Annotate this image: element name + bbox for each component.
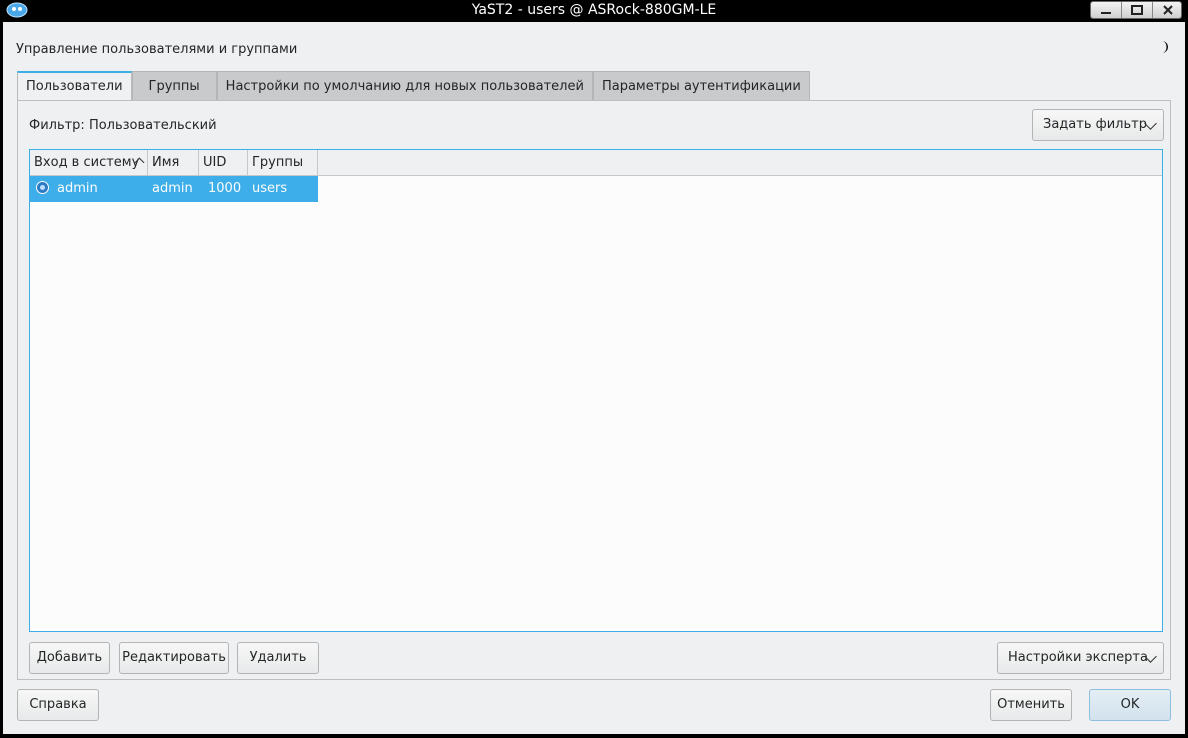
users-table[interactable]: Вход в систему Имя UID Группы admin admi…	[29, 149, 1163, 632]
expert-settings-button[interactable]: Настройки эксперта	[997, 642, 1164, 674]
tab-bar: Пользователи Группы Настройки по умолчан…	[17, 71, 810, 101]
tab-auth-settings[interactable]: Параметры аутентификации	[592, 71, 810, 101]
minimize-button[interactable]	[1091, 2, 1122, 18]
minimize-icon	[1101, 12, 1111, 14]
close-button[interactable]	[1153, 2, 1181, 18]
filter-label: Фильтр: Пользовательский	[29, 118, 217, 133]
column-header-name[interactable]: Имя	[148, 150, 199, 176]
add-button[interactable]: Добавить	[29, 642, 110, 674]
cell-groups: users	[252, 181, 288, 196]
expert-settings-label: Настройки эксперта	[1008, 650, 1148, 665]
users-tab-panel: Фильтр: Пользовательский Задать фильтр В…	[17, 100, 1171, 680]
edit-button[interactable]: Редактировать	[119, 642, 229, 674]
column-header-login-label: Вход в систему	[34, 155, 140, 170]
page-title: Управление пользователями и группами	[16, 42, 298, 57]
set-filter-label: Задать фильтр	[1043, 117, 1147, 132]
cell-login: admin	[30, 176, 148, 202]
cell-login-text: admin	[57, 181, 98, 196]
tab-groups[interactable]: Группы	[131, 71, 217, 101]
close-icon	[1163, 5, 1173, 15]
maximize-icon	[1131, 5, 1143, 15]
window-title: YaST2 - users @ ASRock-880GM-LE	[471, 2, 717, 18]
column-header-groups[interactable]: Группы	[248, 150, 318, 176]
cell-name: admin	[152, 181, 193, 196]
yast-window: YaST2 - users @ ASRock-880GM-LE Управлен…	[0, 0, 1188, 738]
window-controls	[1090, 1, 1182, 19]
title-bar[interactable]: YaST2 - users @ ASRock-880GM-LE	[0, 0, 1188, 22]
ok-button[interactable]: OK	[1089, 689, 1171, 721]
user-icon	[36, 181, 49, 194]
moon-icon	[1162, 41, 1168, 53]
table-row[interactable]: admin admin 1000 users	[30, 176, 318, 202]
column-header-uid[interactable]: UID	[199, 150, 248, 176]
tab-users[interactable]: Пользователи	[17, 71, 132, 101]
tab-new-user-defaults[interactable]: Настройки по умолчанию для новых пользов…	[216, 71, 593, 101]
delete-button[interactable]: Удалить	[237, 642, 319, 674]
help-button[interactable]: Справка	[17, 689, 99, 721]
dialog-content: Управление пользователями и группами Пол…	[3, 22, 1185, 734]
maximize-button[interactable]	[1122, 2, 1153, 18]
cancel-button[interactable]: Отменить	[990, 689, 1072, 721]
cell-uid: 1000	[208, 181, 242, 196]
column-header-login[interactable]: Вход в систему	[30, 150, 148, 176]
table-header: Вход в систему Имя UID Группы	[30, 150, 1162, 176]
set-filter-button[interactable]: Задать фильтр	[1032, 109, 1164, 141]
